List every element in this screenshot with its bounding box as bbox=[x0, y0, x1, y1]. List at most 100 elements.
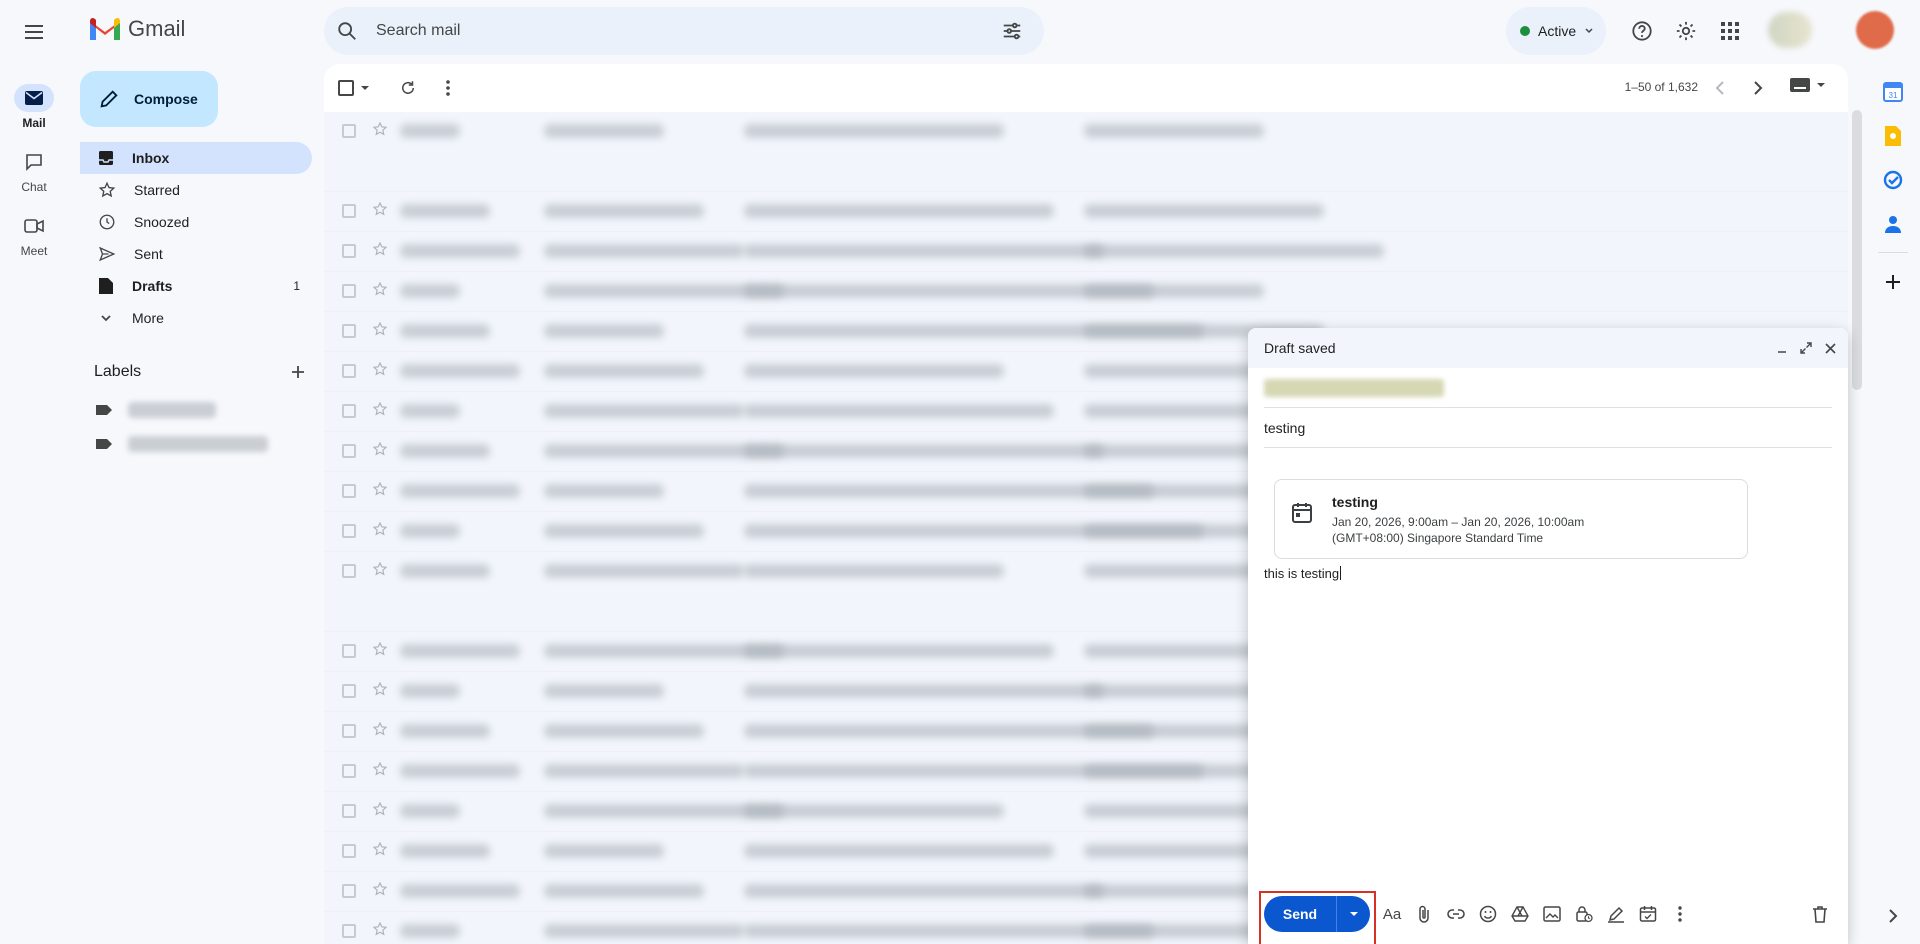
row-star-button[interactable] bbox=[372, 761, 388, 777]
search-input[interactable] bbox=[376, 22, 992, 40]
contacts-app-button[interactable] bbox=[1879, 210, 1907, 238]
apps-button[interactable] bbox=[1710, 11, 1750, 51]
message-body[interactable]: this is testing bbox=[1264, 566, 1342, 581]
newer-button[interactable] bbox=[1704, 72, 1736, 104]
row-star-button[interactable] bbox=[372, 361, 388, 377]
main-menu-button[interactable] bbox=[14, 12, 54, 52]
show-side-panel-button[interactable] bbox=[1879, 902, 1907, 930]
row-star-button[interactable] bbox=[372, 441, 388, 457]
status-selector[interactable]: Active bbox=[1506, 7, 1606, 55]
search-bar[interactable] bbox=[324, 7, 1044, 55]
create-label-button[interactable] bbox=[286, 360, 310, 384]
minimize-button[interactable] bbox=[1774, 340, 1790, 356]
table-row[interactable] bbox=[324, 272, 1848, 312]
row-star-button[interactable] bbox=[372, 121, 388, 137]
get-addons-button[interactable] bbox=[1879, 268, 1907, 296]
mail-list-scrollbar[interactable] bbox=[1852, 110, 1862, 390]
rail-item-meet[interactable]: Meet bbox=[0, 212, 68, 258]
row-star-button[interactable] bbox=[372, 921, 388, 937]
insert-drive-file-button[interactable] bbox=[1506, 900, 1534, 928]
insert-signature-button[interactable] bbox=[1602, 900, 1630, 928]
discard-draft-button[interactable] bbox=[1806, 900, 1834, 928]
row-star-button[interactable] bbox=[372, 241, 388, 257]
older-button[interactable] bbox=[1742, 72, 1774, 104]
table-row[interactable] bbox=[324, 112, 1848, 192]
gmail-logo[interactable]: Gmail bbox=[88, 16, 185, 42]
send-button[interactable]: Send bbox=[1264, 896, 1336, 932]
insert-photo-button[interactable] bbox=[1538, 900, 1566, 928]
support-button[interactable] bbox=[1622, 11, 1662, 51]
insert-link-button[interactable] bbox=[1442, 900, 1470, 928]
rail-item-mail[interactable]: Mail bbox=[0, 84, 68, 130]
row-checkbox[interactable] bbox=[342, 444, 356, 458]
row-star-button[interactable] bbox=[372, 561, 388, 577]
account-org-logo[interactable] bbox=[1768, 12, 1812, 48]
row-star-button[interactable] bbox=[372, 521, 388, 537]
rail-item-chat[interactable]: Chat bbox=[0, 148, 68, 194]
row-checkbox[interactable] bbox=[342, 524, 356, 538]
row-checkbox[interactable] bbox=[342, 804, 356, 818]
row-checkbox[interactable] bbox=[342, 684, 356, 698]
row-star-button[interactable] bbox=[372, 681, 388, 697]
row-checkbox[interactable] bbox=[342, 404, 356, 418]
row-checkbox[interactable] bbox=[342, 364, 356, 378]
select-all-checkbox[interactable] bbox=[338, 80, 370, 96]
search-options-button[interactable] bbox=[992, 11, 1032, 51]
row-checkbox[interactable] bbox=[342, 724, 356, 738]
row-star-button[interactable] bbox=[372, 801, 388, 817]
row-checkbox[interactable] bbox=[342, 124, 356, 138]
sidebar-item-inbox[interactable]: Inbox bbox=[80, 142, 312, 174]
row-checkbox[interactable] bbox=[342, 284, 356, 298]
event-invite-card[interactable]: testing Jan 20, 2026, 9:00am – Jan 20, 2… bbox=[1274, 479, 1748, 559]
row-star-button[interactable] bbox=[372, 641, 388, 657]
row-checkbox[interactable] bbox=[342, 244, 356, 258]
input-tools-button[interactable] bbox=[1790, 78, 1826, 92]
settings-button[interactable] bbox=[1666, 11, 1706, 51]
attach-files-button[interactable] bbox=[1410, 900, 1438, 928]
row-checkbox[interactable] bbox=[342, 324, 356, 338]
sidebar-item-starred[interactable]: Starred bbox=[80, 174, 312, 206]
more-compose-options-button[interactable] bbox=[1666, 900, 1694, 928]
table-row[interactable] bbox=[324, 192, 1848, 232]
keep-app-button[interactable] bbox=[1879, 122, 1907, 150]
row-checkbox[interactable] bbox=[342, 844, 356, 858]
row-checkbox[interactable] bbox=[342, 564, 356, 578]
row-checkbox[interactable] bbox=[342, 644, 356, 658]
row-star-button[interactable] bbox=[372, 321, 388, 337]
compose-header[interactable]: Draft saved bbox=[1248, 328, 1848, 368]
subject-field[interactable]: testing bbox=[1264, 408, 1832, 448]
insert-emoji-button[interactable] bbox=[1474, 900, 1502, 928]
row-star-button[interactable] bbox=[372, 881, 388, 897]
row-checkbox[interactable] bbox=[342, 484, 356, 498]
confidential-mode-button[interactable] bbox=[1570, 900, 1598, 928]
calendar-app-button[interactable]: 31 bbox=[1879, 78, 1907, 106]
avatar[interactable] bbox=[1856, 11, 1894, 49]
refresh-button[interactable] bbox=[390, 70, 426, 106]
row-star-button[interactable] bbox=[372, 841, 388, 857]
label-item[interactable] bbox=[96, 436, 268, 452]
compose-button[interactable]: Compose bbox=[80, 71, 218, 127]
row-checkbox[interactable] bbox=[342, 764, 356, 778]
row-star-button[interactable] bbox=[372, 481, 388, 497]
close-compose-button[interactable] bbox=[1822, 340, 1838, 356]
set-up-time-button[interactable] bbox=[1634, 900, 1662, 928]
sidebar-item-sent[interactable]: Sent bbox=[80, 238, 312, 270]
formatting-options-button[interactable]: Aa bbox=[1378, 900, 1406, 928]
table-row[interactable] bbox=[324, 232, 1848, 272]
tasks-app-button[interactable] bbox=[1879, 166, 1907, 194]
row-checkbox[interactable] bbox=[342, 204, 356, 218]
sidebar-item-drafts[interactable]: Drafts 1 bbox=[80, 270, 312, 302]
row-checkbox[interactable] bbox=[342, 884, 356, 898]
full-screen-button[interactable] bbox=[1798, 340, 1814, 356]
label-item[interactable] bbox=[96, 402, 216, 418]
row-checkbox[interactable] bbox=[342, 924, 356, 938]
more-send-options-button[interactable] bbox=[1336, 896, 1370, 932]
recipients-field[interactable] bbox=[1264, 368, 1832, 408]
sidebar-item-snoozed[interactable]: Snoozed bbox=[80, 206, 312, 238]
more-options-button[interactable] bbox=[430, 70, 466, 106]
sidebar-item-more[interactable]: More bbox=[80, 302, 312, 334]
row-star-button[interactable] bbox=[372, 401, 388, 417]
row-star-button[interactable] bbox=[372, 721, 388, 737]
row-star-button[interactable] bbox=[372, 281, 388, 297]
row-star-button[interactable] bbox=[372, 201, 388, 217]
